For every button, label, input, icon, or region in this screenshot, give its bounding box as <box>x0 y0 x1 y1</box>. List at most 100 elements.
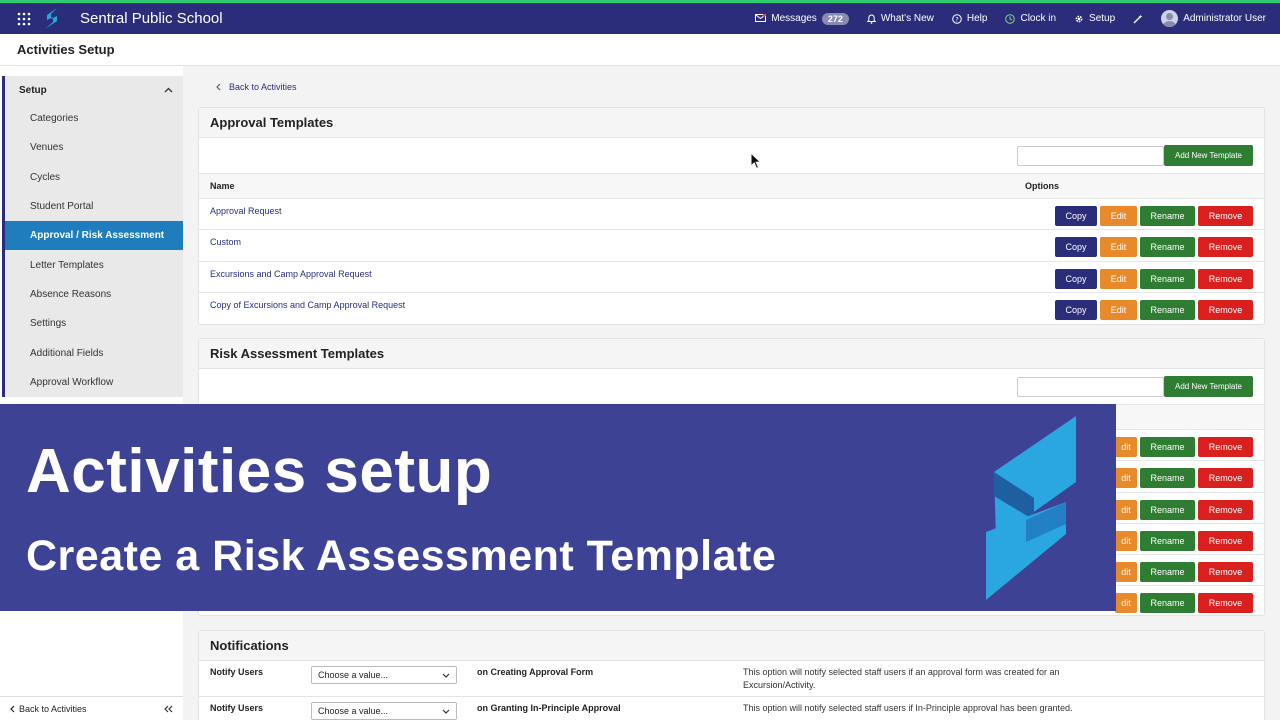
help-button[interactable]: ? Help <box>952 13 987 24</box>
remove-button[interactable]: Remove <box>1198 206 1253 226</box>
rename-button[interactable]: Rename <box>1140 437 1195 457</box>
remove-button[interactable]: Remove <box>1198 468 1253 489</box>
table-row: Approval Request Copy Edit Rename Remove <box>199 199 1264 231</box>
whats-new-label: What's New <box>880 13 934 24</box>
rename-button[interactable]: Rename <box>1140 530 1195 551</box>
copy-button[interactable]: Copy <box>1055 268 1097 289</box>
help-icon: ? <box>952 13 962 24</box>
remove-button[interactable]: Remove <box>1198 237 1253 258</box>
clock-in-button[interactable]: Clock in <box>1005 13 1056 24</box>
notify-users-label: Notify Users <box>210 667 264 677</box>
approval-toolbar: Add New Template <box>199 138 1264 174</box>
remove-button[interactable]: Remove <box>1198 593 1253 614</box>
sidebar-item-approval-risk-assessment[interactable]: Approval / Risk Assessment <box>5 221 183 251</box>
select-value: Choose a value... <box>318 670 389 680</box>
rename-button[interactable]: Rename <box>1140 593 1195 614</box>
remove-button[interactable]: Remove <box>1198 499 1253 520</box>
remove-button[interactable]: Remove <box>1198 437 1253 457</box>
magic-wand-button[interactable] <box>1133 14 1143 24</box>
rename-button[interactable]: Rename <box>1140 237 1195 258</box>
rename-button[interactable]: Rename <box>1140 206 1195 226</box>
clock-in-label: Clock in <box>1020 13 1057 24</box>
magic-wand-icon <box>1133 14 1143 23</box>
setup-button[interactable]: Setup <box>1074 13 1115 24</box>
sidebar-item-additional-fields[interactable]: Additional Fields <box>5 338 183 367</box>
table-row: Custom Copy Edit Rename Remove <box>199 230 1264 262</box>
notify-users-select[interactable]: Choose a value... <box>311 666 457 684</box>
notification-description: This option will notify selected staff u… <box>743 667 1060 690</box>
notifications-panel: Notifications Notify Users Choose a valu… <box>198 630 1265 720</box>
messages-icon <box>755 13 767 22</box>
notification-row: Notify Users Choose a value... on Creati… <box>199 661 1264 697</box>
chevron-left-icon <box>10 705 15 712</box>
messages-button[interactable]: Messages 272 <box>755 12 849 25</box>
whats-new-button[interactable]: What's New <box>866 13 934 24</box>
notify-users-label: Notify Users <box>210 703 264 713</box>
remove-button[interactable]: Remove <box>1198 562 1253 583</box>
rename-button[interactable]: Rename <box>1140 499 1195 520</box>
sidebar-back-link[interactable]: Back to Activities <box>10 704 87 714</box>
add-approval-template-button[interactable]: Add New Template <box>1164 145 1253 166</box>
sidebar-footer: Back to Activities <box>0 696 183 720</box>
edit-button[interactable]: Edit <box>1100 268 1137 289</box>
collapse-sidebar-icon[interactable] <box>164 705 173 713</box>
sidebar-item-absence-reasons[interactable]: Absence Reasons <box>5 280 183 309</box>
template-name-link[interactable]: Excursions and Camp Approval Request <box>210 269 372 279</box>
back-to-activities-link[interactable]: Back to Activities <box>216 82 297 92</box>
template-name-link[interactable]: Copy of Excursions and Camp Approval Req… <box>210 300 405 310</box>
sidebar-group-header[interactable]: Setup <box>5 76 183 104</box>
risk-templates-title: Risk Assessment Templates <box>199 339 1264 369</box>
edit-button[interactable]: dit <box>1115 593 1137 614</box>
remove-button[interactable]: Remove <box>1198 268 1253 289</box>
page-title: Activities Setup <box>0 34 1280 66</box>
rename-button[interactable]: Rename <box>1140 468 1195 489</box>
user-menu[interactable]: Administrator User <box>1161 10 1266 27</box>
app-grid-icon[interactable] <box>0 3 48 34</box>
edit-button[interactable]: dit <box>1115 437 1137 457</box>
edit-button[interactable]: dit <box>1115 499 1137 520</box>
sidebar-item-categories[interactable]: Categories <box>5 104 183 133</box>
column-options-header: Options <box>1025 181 1059 191</box>
school-name[interactable]: Sentral Public School <box>80 10 223 27</box>
sidebar-item-approval-workflow[interactable]: Approval Workflow <box>5 368 183 397</box>
copy-button[interactable]: Copy <box>1055 237 1097 258</box>
sidebar-item-letter-templates[interactable]: Letter Templates <box>5 250 183 279</box>
template-name-link[interactable]: Approval Request <box>210 206 282 216</box>
table-row: Excursions and Camp Approval Request Cop… <box>199 262 1264 293</box>
clock-icon <box>1005 13 1016 24</box>
rename-button[interactable]: Rename <box>1140 562 1195 583</box>
add-risk-template-button[interactable]: Add New Template <box>1164 376 1253 397</box>
edit-button[interactable]: Edit <box>1100 206 1137 226</box>
edit-button[interactable]: Edit <box>1100 237 1137 258</box>
messages-count-badge: 272 <box>821 12 849 25</box>
remove-button[interactable]: Remove <box>1198 299 1253 320</box>
sidebar-back-label: Back to Activities <box>19 703 87 714</box>
approval-templates-title: Approval Templates <box>199 108 1264 138</box>
risk-search-input[interactable] <box>1017 377 1164 397</box>
notification-event: on Granting In-Principle Approval <box>477 703 621 713</box>
rename-button[interactable]: Rename <box>1140 268 1195 289</box>
sentral-logo-icon[interactable] <box>42 7 62 31</box>
edit-button[interactable]: dit <box>1115 530 1137 551</box>
title-banner: Activities setup Create a Risk Assessmen… <box>0 404 1116 611</box>
edit-button[interactable]: dit <box>1115 468 1137 489</box>
approval-search-input[interactable] <box>1017 146 1164 166</box>
remove-button[interactable]: Remove <box>1198 530 1253 551</box>
notify-users-select[interactable]: Choose a value... <box>311 702 457 720</box>
edit-button[interactable]: Edit <box>1100 299 1137 320</box>
copy-button[interactable]: Copy <box>1055 299 1097 320</box>
setup-label: Setup <box>1089 13 1116 24</box>
approval-templates-panel: Approval Templates Add New Template Name… <box>198 107 1265 326</box>
rename-button[interactable]: Rename <box>1140 299 1195 320</box>
messages-label: Messages <box>771 13 817 24</box>
banner-subtitle: Create a Risk Assessment Template <box>26 532 777 580</box>
template-name-link[interactable]: Custom <box>210 237 241 247</box>
sidebar-item-venues[interactable]: Venues <box>5 133 183 162</box>
sidebar-item-student-portal[interactable]: Student Portal <box>5 192 183 221</box>
svg-text:?: ? <box>955 15 958 23</box>
sidebar-item-cycles[interactable]: Cycles <box>5 163 183 192</box>
copy-button[interactable]: Copy <box>1055 206 1097 226</box>
sidebar-item-settings[interactable]: Settings <box>5 309 183 338</box>
edit-button[interactable]: dit <box>1115 562 1137 583</box>
user-name: Administrator User <box>1183 13 1266 24</box>
